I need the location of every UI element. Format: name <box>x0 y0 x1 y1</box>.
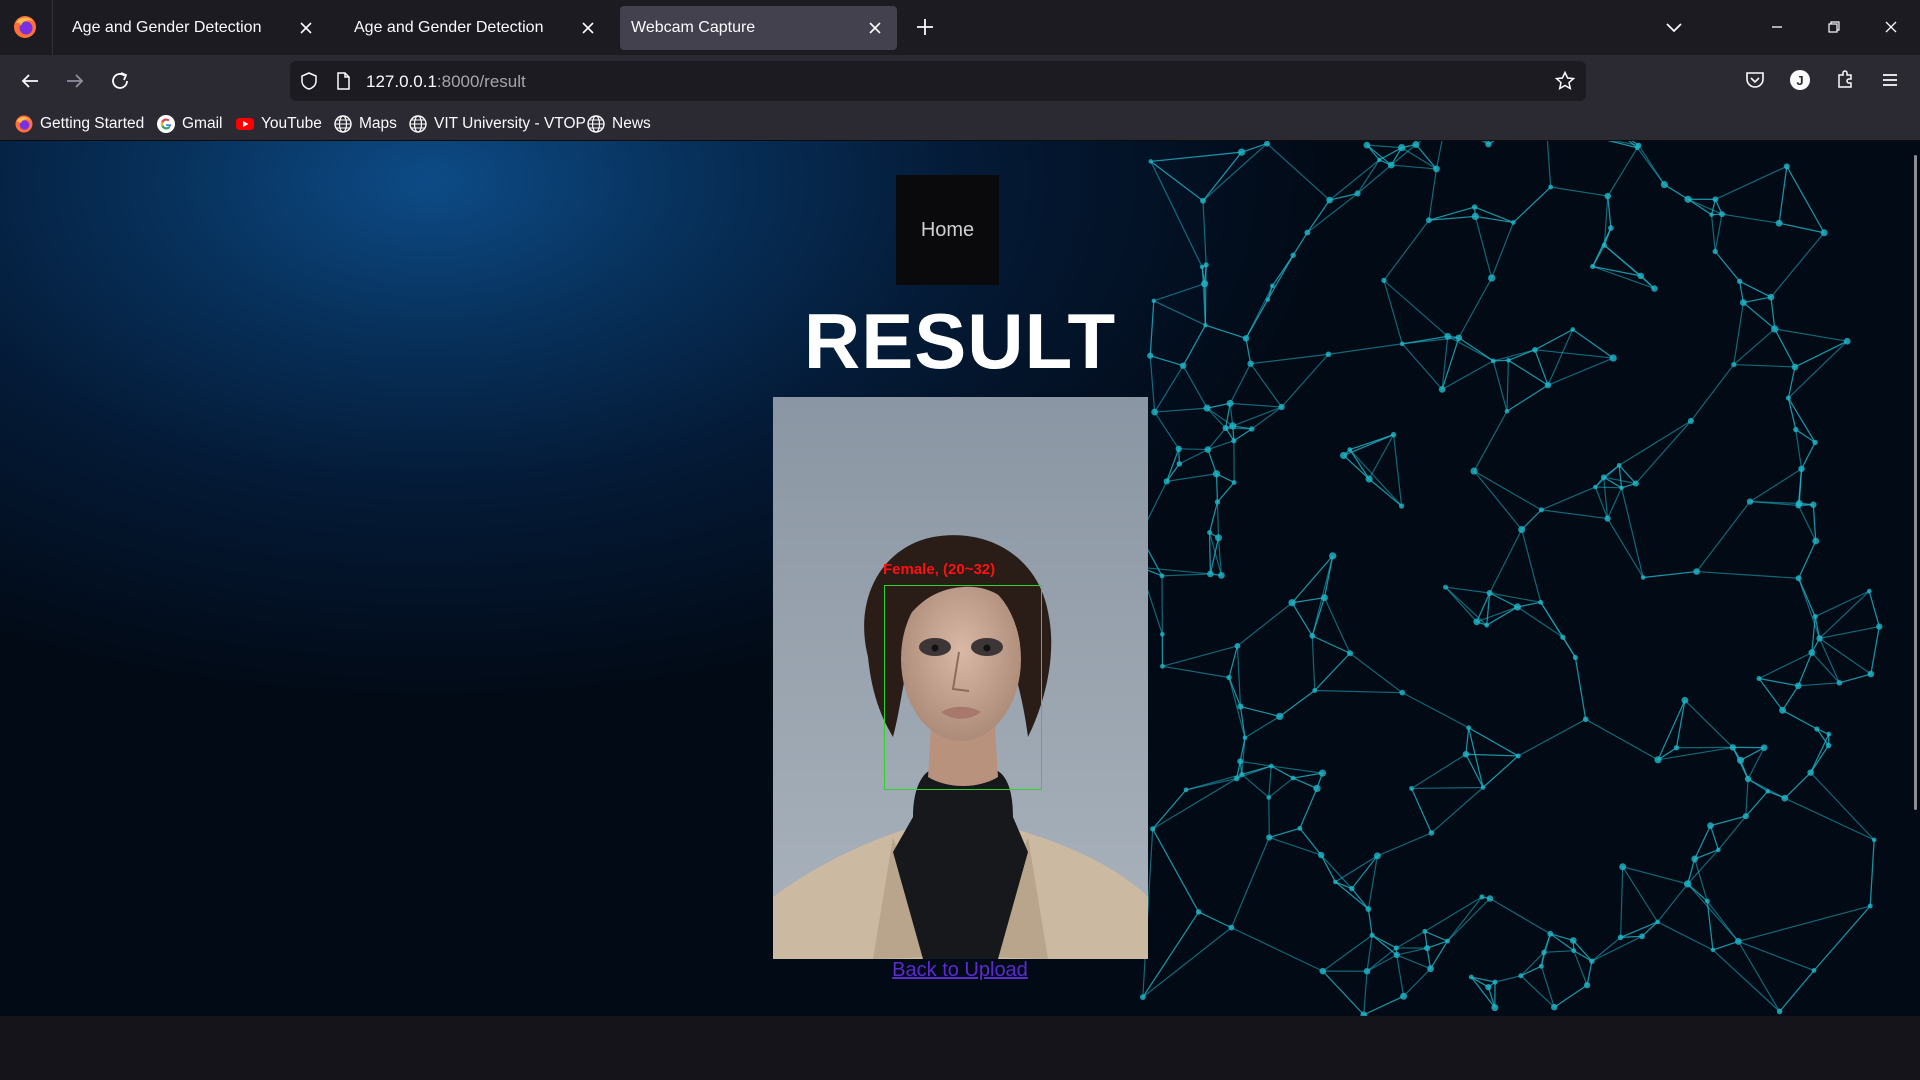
reload-icon[interactable] <box>106 67 134 95</box>
neural-mesh-background <box>1137 141 1883 1016</box>
result-photo: Female, (20~32) <box>773 397 1148 959</box>
bookmark-youtube[interactable]: YouTube <box>235 113 322 135</box>
google-icon <box>157 115 175 133</box>
pocket-icon[interactable] <box>1741 66 1769 94</box>
minimize-icon[interactable] <box>1762 12 1792 42</box>
menu-icon[interactable] <box>1876 66 1904 94</box>
close-icon[interactable] <box>294 16 318 40</box>
globe-icon <box>409 115 427 133</box>
page-viewport: Home RESULT Female, (20~32) Back to Uplo… <box>0 141 1920 1016</box>
url-text[interactable]: 127.0.0.1:8000/result <box>366 72 526 92</box>
url-path: :8000/result <box>436 72 526 91</box>
navigation-toolbar: 127.0.0.1:8000/result J <box>0 55 1920 107</box>
bookmark-label: VIT University - VTOP <box>434 115 586 132</box>
back-arrow-icon[interactable] <box>16 67 44 95</box>
new-tab-icon[interactable] <box>912 14 938 40</box>
bottom-area <box>0 1016 1920 1080</box>
bookmark-label: News <box>612 115 651 132</box>
youtube-icon <box>236 118 254 130</box>
restore-icon[interactable] <box>1819 12 1849 42</box>
back-to-upload-link[interactable]: Back to Upload <box>892 959 1028 981</box>
extensions-icon[interactable] <box>1831 66 1859 94</box>
globe-icon <box>587 115 605 133</box>
page-title: RESULT <box>803 297 1117 385</box>
bookmark-gmail[interactable]: Gmail <box>156 113 222 135</box>
close-window-icon[interactable] <box>1876 12 1906 42</box>
url-bar[interactable]: 127.0.0.1:8000/result <box>290 61 1586 101</box>
portrait-image: Female, (20~32) <box>773 397 1148 959</box>
close-icon[interactable] <box>863 16 887 40</box>
bookmark-getting-started[interactable]: Getting Started <box>14 113 144 135</box>
bookmark-star-icon[interactable] <box>1554 70 1576 92</box>
tab-webcam-capture[interactable]: Webcam Capture <box>620 6 897 50</box>
home-button[interactable]: Home <box>896 175 999 285</box>
profile-initial: J <box>1796 73 1803 88</box>
tab-title: Webcam Capture <box>631 19 756 36</box>
bookmark-label: Getting Started <box>40 115 145 132</box>
profile-avatar-icon[interactable]: J <box>1786 66 1814 94</box>
bookmark-label: Maps <box>359 115 397 132</box>
bookmark-label: Gmail <box>182 115 223 132</box>
bookmarks-toolbar: Getting Started Gmail YouTube Maps VIT U… <box>0 107 1920 141</box>
page-icon[interactable] <box>332 70 354 92</box>
back-link-container: Back to Upload <box>0 959 1920 982</box>
bookmark-news[interactable]: News <box>586 113 651 135</box>
forward-arrow-icon[interactable] <box>61 67 89 95</box>
bookmark-label: YouTube <box>261 115 322 132</box>
detection-label: Female, (20~32) <box>883 561 996 578</box>
scrollbar[interactable] <box>1914 155 1917 810</box>
tab-bar: Age and Gender Detection Age and Gender … <box>0 0 1920 55</box>
bookmark-vit-vtop[interactable]: VIT University - VTOP <box>408 113 586 135</box>
chevron-down-icon[interactable] <box>1661 14 1687 40</box>
tab-title: Age and Gender Detection <box>72 19 262 36</box>
tab-separator <box>52 0 53 55</box>
url-host: 127.0.0.1 <box>366 72 437 91</box>
bookmark-maps[interactable]: Maps <box>333 113 397 135</box>
firefox-icon <box>15 115 33 133</box>
tab-age-gender-2[interactable]: Age and Gender Detection <box>338 6 610 50</box>
globe-icon <box>334 115 352 133</box>
face-bounding-box <box>884 585 1042 790</box>
tracking-shield-icon[interactable] <box>298 70 320 92</box>
tab-age-gender-1[interactable]: Age and Gender Detection <box>56 6 328 50</box>
close-icon[interactable] <box>576 16 600 40</box>
firefox-icon[interactable] <box>12 14 38 40</box>
tab-title: Age and Gender Detection <box>354 19 544 36</box>
